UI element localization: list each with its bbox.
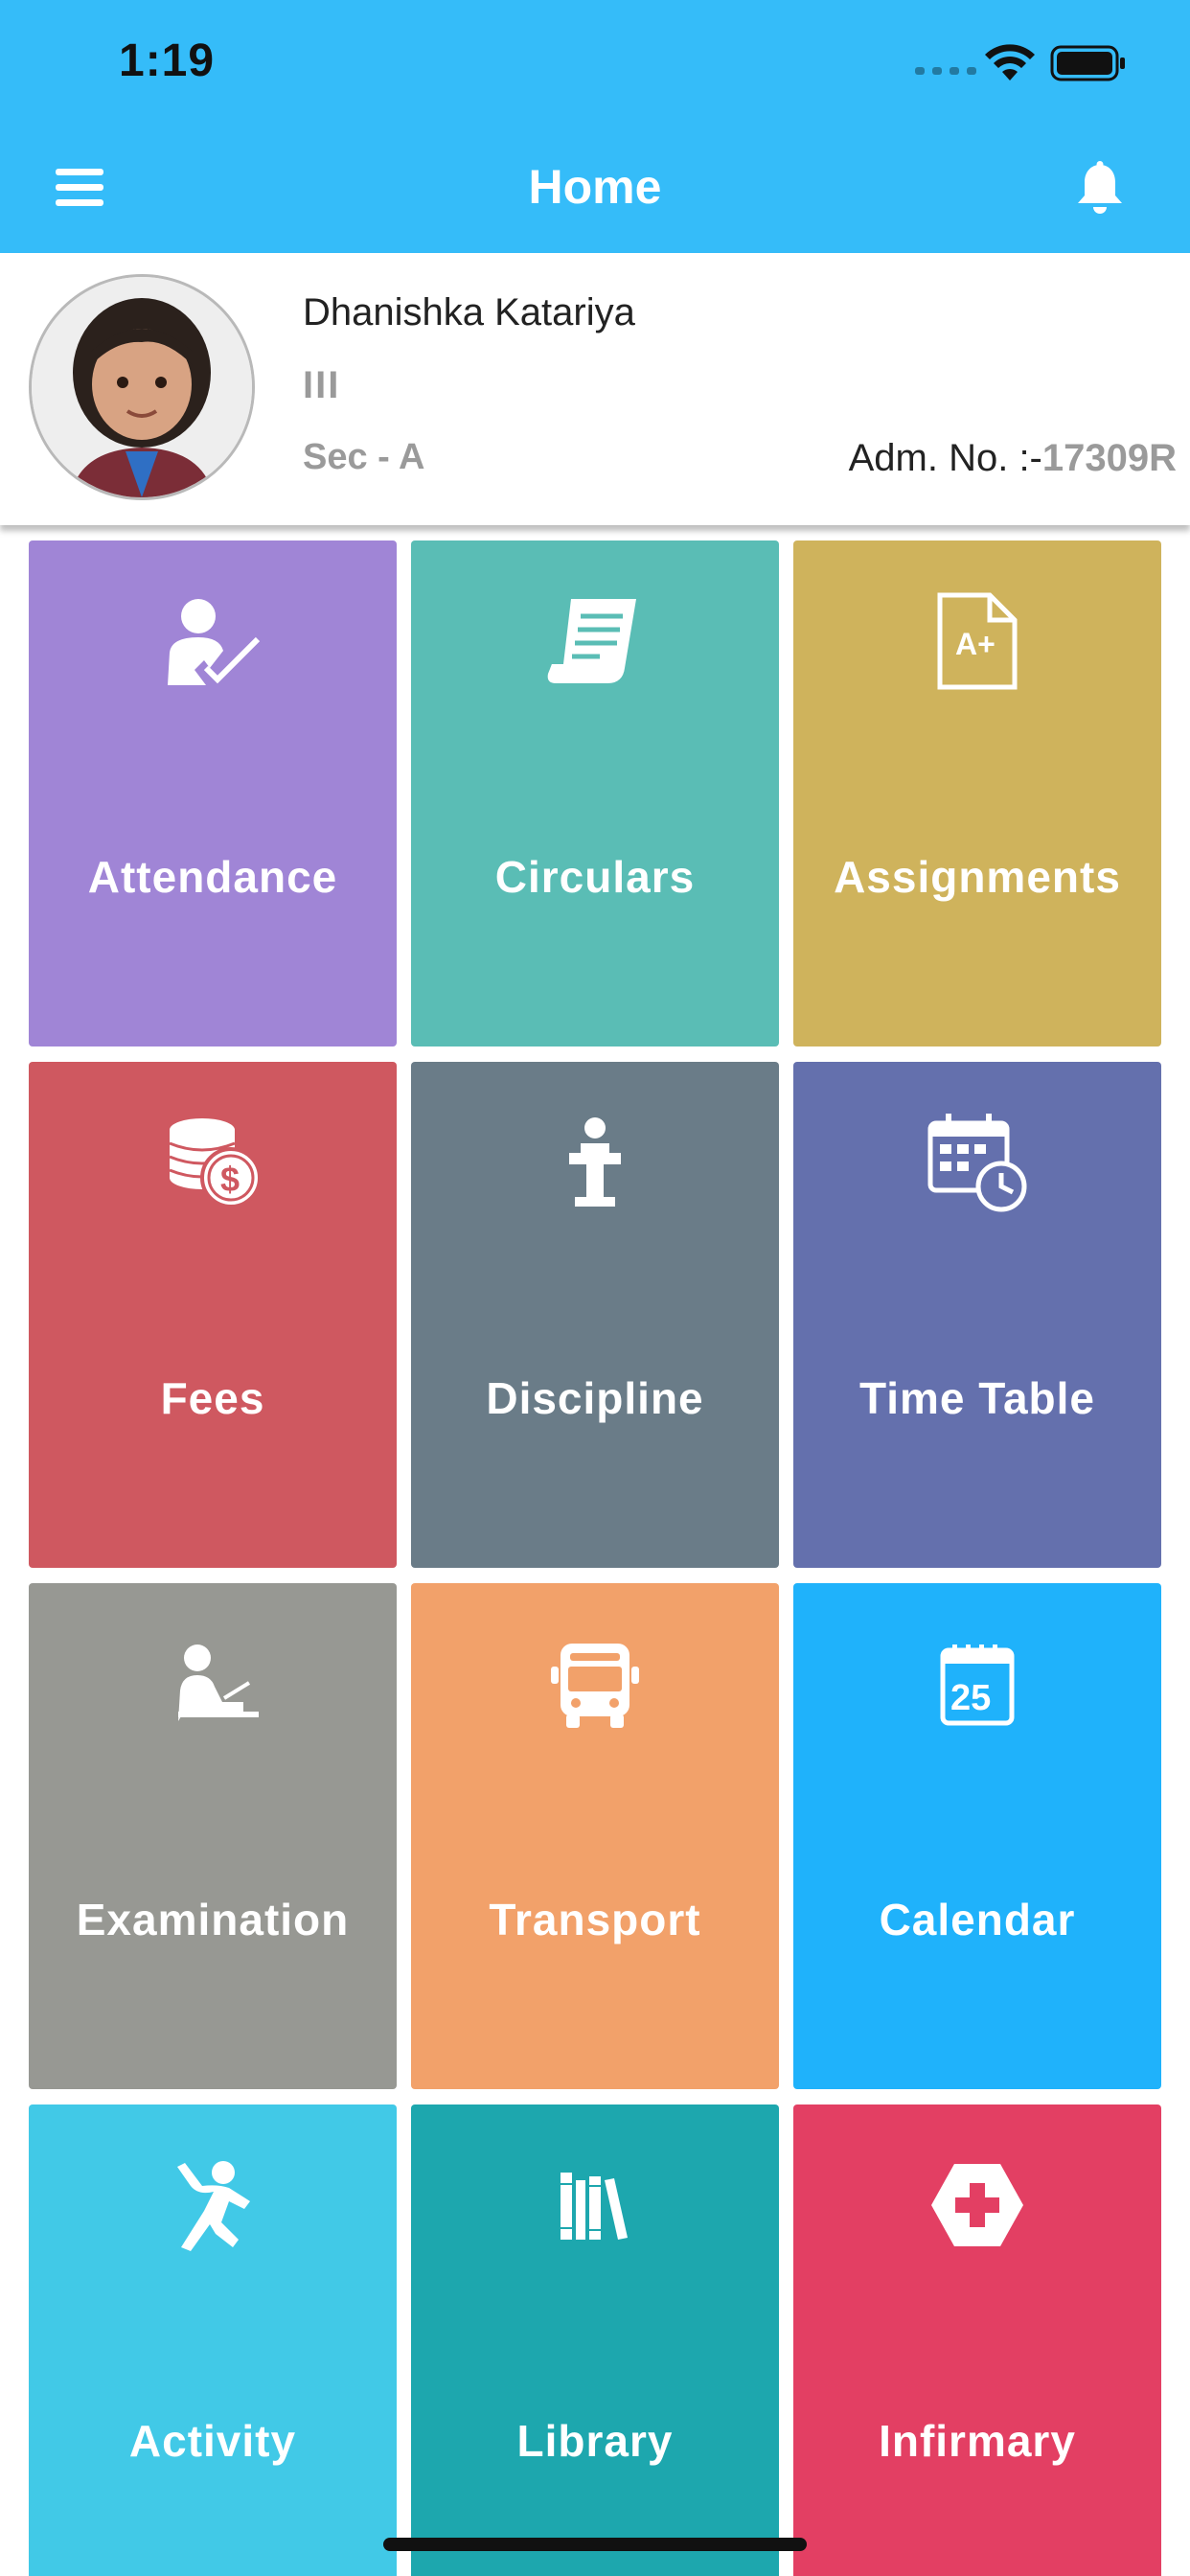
- tile-label: Circulars: [494, 852, 696, 902]
- tile-transport[interactable]: Transport: [411, 1583, 779, 2089]
- tile-label: Time Table: [858, 1373, 1096, 1423]
- admission-value: 17309R: [1041, 437, 1177, 479]
- calendar-day: 25: [950, 1678, 991, 1718]
- calendar-icon: 25: [793, 1631, 1161, 1736]
- svg-text:$: $: [220, 1160, 240, 1199]
- tile-discipline[interactable]: Discipline: [411, 1062, 779, 1568]
- assignment-icon: A+: [793, 588, 1161, 694]
- tile-label: Fees: [160, 1373, 265, 1423]
- tile-label: Library: [516, 2416, 674, 2466]
- home-indicator[interactable]: [383, 2538, 807, 2551]
- admission-label: Adm. No. :-: [848, 437, 1042, 479]
- tile-library[interactable]: Library: [411, 2104, 779, 2576]
- tile-calendar[interactable]: 25 Calendar: [793, 1583, 1161, 2089]
- attendance-icon: [29, 588, 397, 694]
- tile-attendance[interactable]: Attendance: [29, 540, 397, 1046]
- fees-icon: $: [29, 1110, 397, 1215]
- tile-circulars[interactable]: Circulars: [411, 540, 779, 1046]
- tile-label: Infirmary: [879, 2416, 1076, 2466]
- bus-icon: [411, 1631, 779, 1736]
- student-avatar: [29, 274, 255, 500]
- library-icon: [411, 2152, 779, 2258]
- tile-label: Activity: [128, 2416, 297, 2466]
- tile-label: Assignments: [834, 852, 1121, 902]
- tile-label: Attendance: [87, 852, 338, 902]
- tile-label: Transport: [489, 1895, 701, 1944]
- podium-icon: [411, 1110, 779, 1215]
- tile-time-table[interactable]: Time Table: [793, 1062, 1161, 1568]
- admission-number: Adm. No. :-17309R: [849, 437, 1177, 480]
- tile-label: Examination: [76, 1895, 350, 1944]
- activity-icon: [29, 2152, 397, 2258]
- tile-activity[interactable]: Activity: [29, 2104, 397, 2576]
- tile-label: Calendar: [879, 1895, 1076, 1944]
- examination-icon: [29, 1631, 397, 1736]
- svg-text:A+: A+: [955, 627, 995, 661]
- tile-fees[interactable]: $ Fees: [29, 1062, 397, 1568]
- timetable-icon: [793, 1110, 1161, 1215]
- student-profile-card[interactable]: Dhanishka Katariya III Sec - A Adm. No. …: [0, 253, 1190, 525]
- student-name: Dhanishka Katariya: [303, 291, 635, 334]
- tile-examination[interactable]: Examination: [29, 1583, 397, 2089]
- circular-icon: [411, 588, 779, 694]
- student-section: Sec - A: [303, 437, 425, 477]
- student-class: III: [303, 364, 341, 406]
- medical-icon: [793, 2152, 1161, 2258]
- tile-label: Discipline: [486, 1373, 704, 1423]
- tile-assignments[interactable]: A+ Assignments: [793, 540, 1161, 1046]
- tile-infirmary[interactable]: Infirmary: [793, 2104, 1161, 2576]
